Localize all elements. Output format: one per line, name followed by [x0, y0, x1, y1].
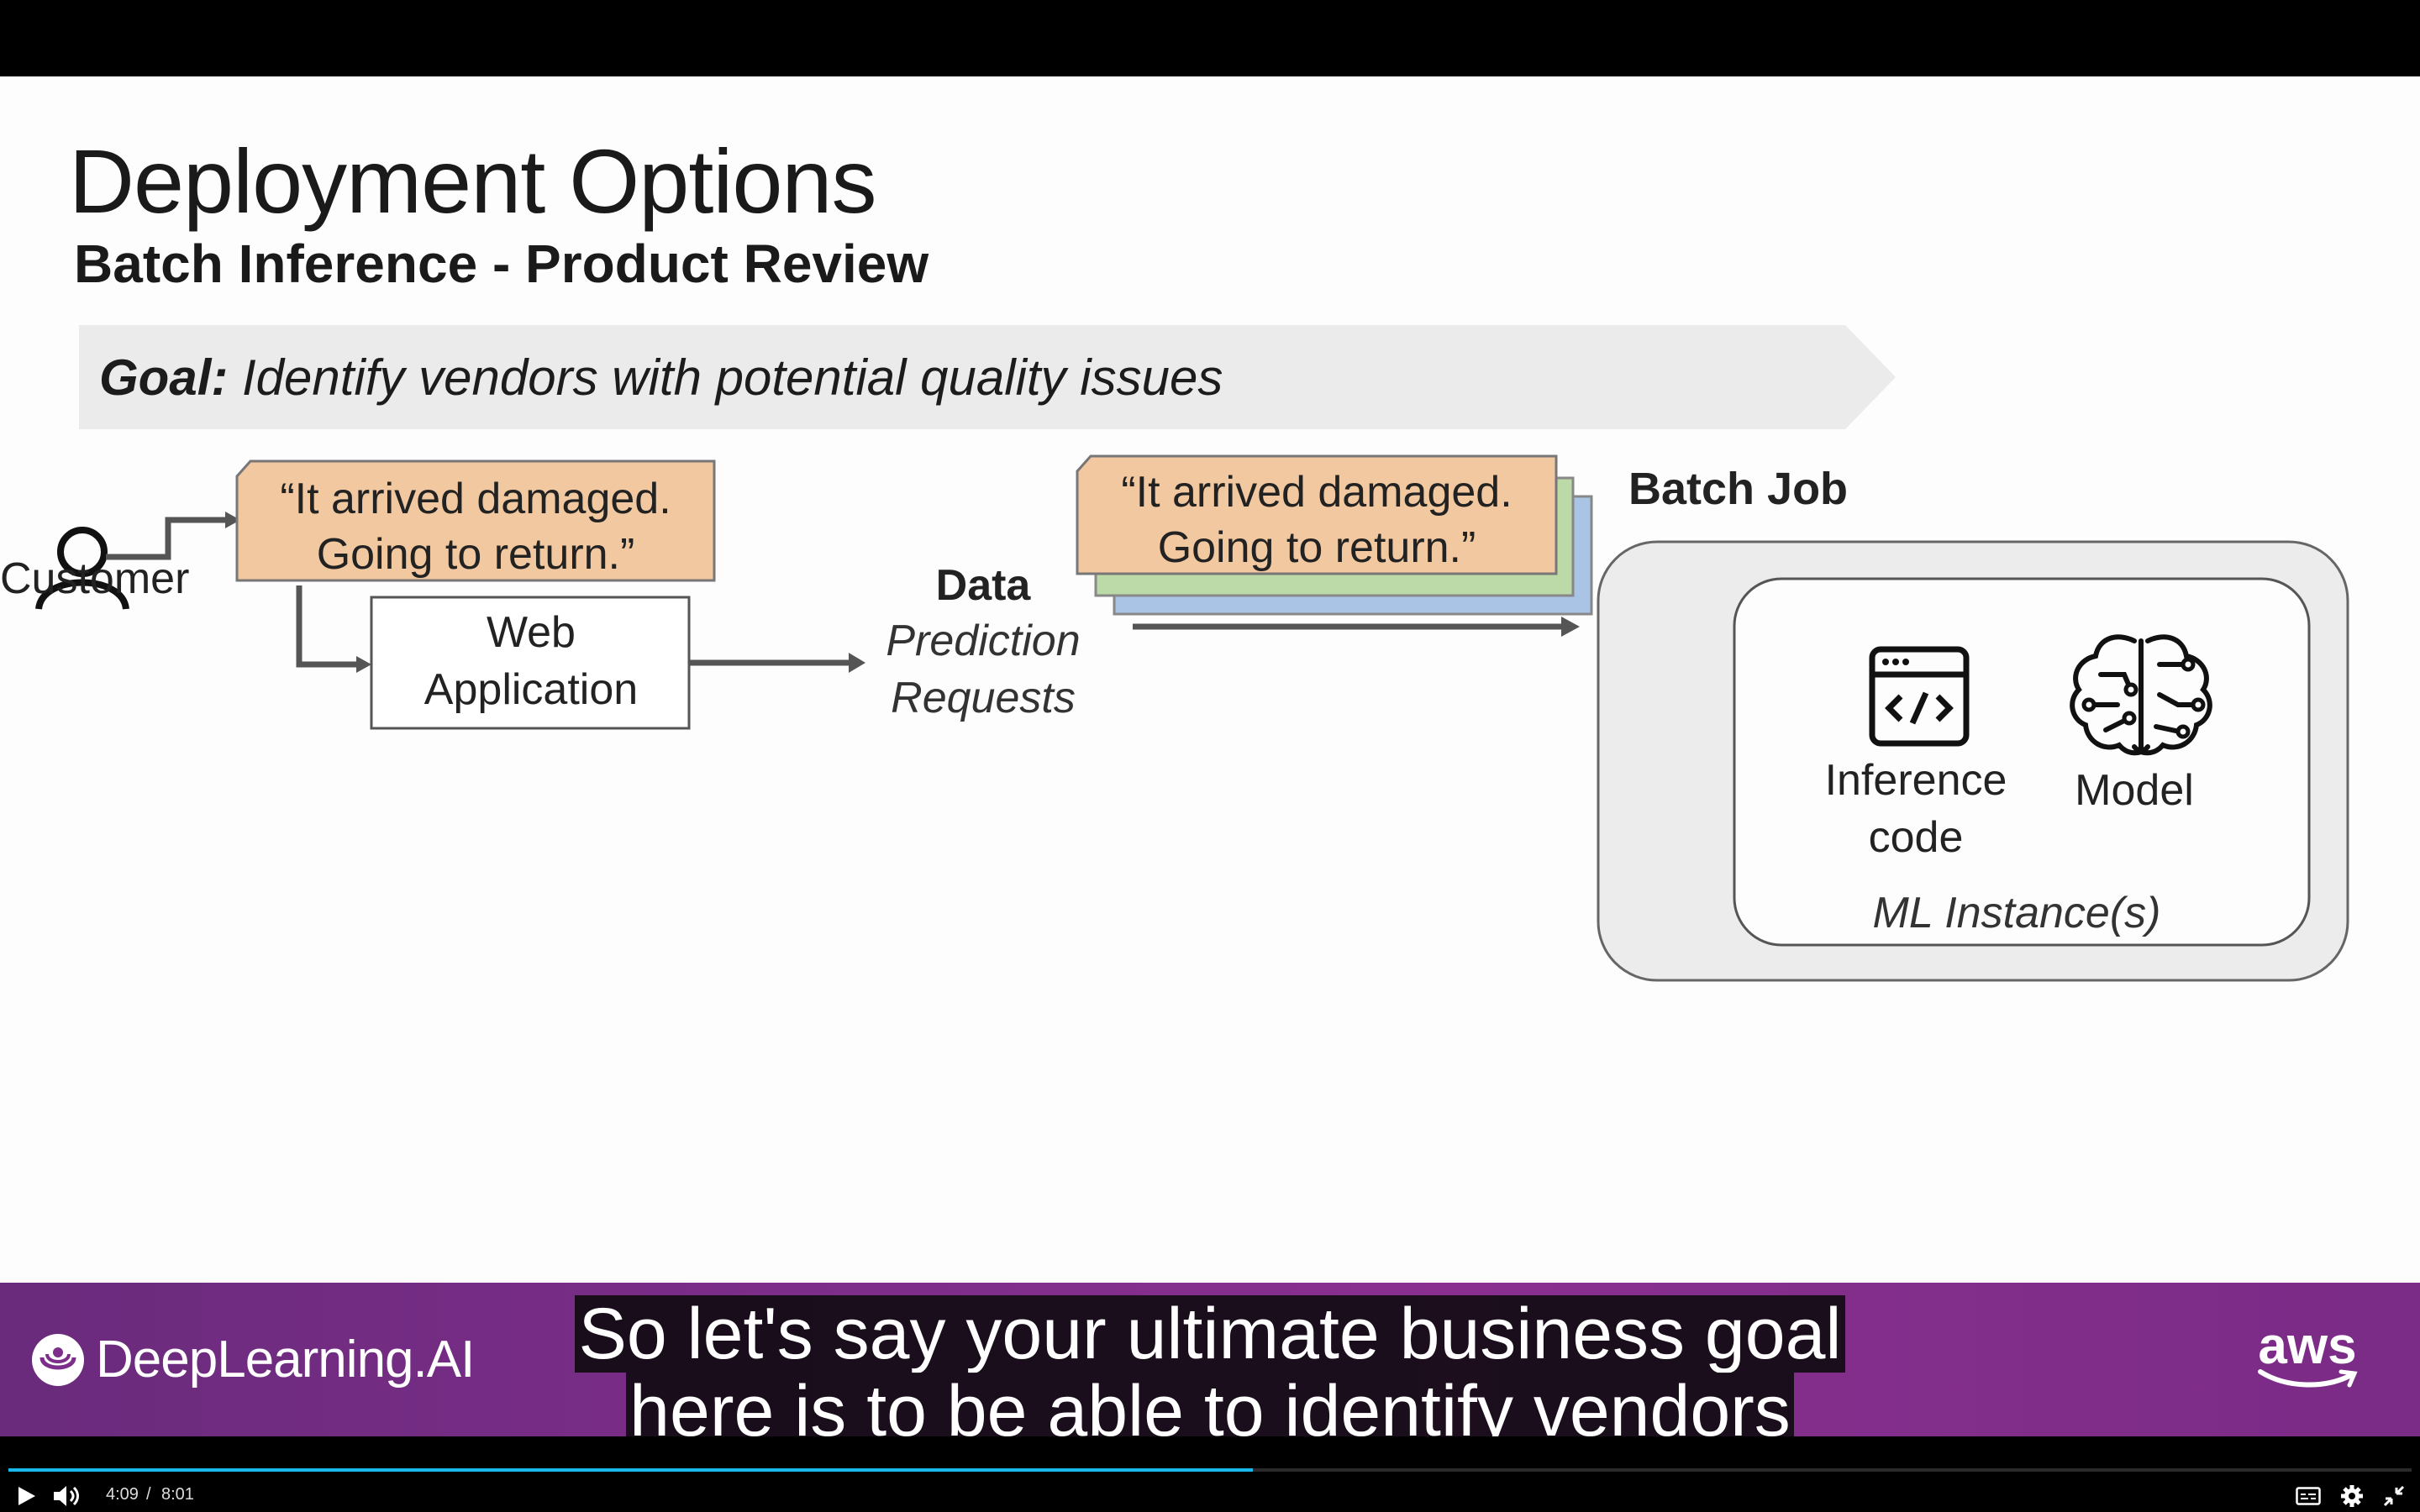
volume-icon[interactable]: [52, 1483, 81, 1509]
prediction-line-1: Prediction: [886, 617, 1081, 665]
goal-description: Identify vendors with potential quality …: [228, 349, 1223, 406]
player-controls: 4:09 / 8:01: [0, 1436, 2420, 1512]
inference-line-2: code: [1868, 813, 1964, 862]
prediction-line-2: Requests: [891, 674, 1076, 722]
batch-job-label: Batch Job: [1628, 464, 1849, 514]
data-label: Data: [935, 561, 1031, 610]
goal-prefix: Goal:: [99, 349, 229, 406]
arrow-customer-to-review: [106, 517, 225, 560]
model-label: Model: [2075, 766, 2194, 815]
arrow-review-to-webapp: [296, 585, 358, 668]
captions-icon[interactable]: [2296, 1487, 2321, 1505]
time-separator: /: [146, 1485, 151, 1504]
webapp-line-1: Web: [487, 608, 576, 657]
duration: 8:01: [161, 1485, 194, 1504]
webapp-line-2: Application: [424, 665, 639, 714]
review-line-1: “It arrived damaged.: [280, 475, 671, 523]
customer-label: Customer: [0, 554, 190, 603]
page-title: Deployment Options: [69, 130, 876, 232]
settings-gear-icon[interactable]: [2339, 1483, 2365, 1509]
review-line-2: Going to return.”: [316, 530, 635, 579]
progress-bar[interactable]: [8, 1468, 2412, 1472]
web-application-label: Web Application: [373, 604, 689, 718]
progress-fill: [8, 1468, 1254, 1472]
inference-code-label: Inference code: [1798, 752, 2033, 866]
current-time: 4:09: [106, 1485, 139, 1504]
caption-line-1: So let's say your ultimate business goal: [575, 1295, 1845, 1373]
page-subtitle: Batch Inference - Product Review: [74, 234, 929, 294]
ml-instance-label: ML Instance(s): [1872, 889, 2161, 937]
review-text: “It arrived damaged. Going to return.”: [237, 471, 714, 582]
play-icon[interactable]: [15, 1485, 37, 1507]
batch-review-line-2: Going to return.”: [1157, 523, 1476, 572]
slide: Deployment Options Batch Inference - Pro…: [0, 76, 2420, 1283]
goal-statement: Goal: Identify vendors with potential qu…: [99, 349, 1223, 407]
inference-line-1: Inference: [1824, 756, 2007, 805]
batch-review-line-1: “It arrived damaged.: [1121, 468, 1512, 517]
subtitle-captions: So let's say your ultimate business goal…: [0, 1295, 2420, 1450]
exit-fullscreen-icon[interactable]: [2381, 1483, 2407, 1509]
prediction-requests-label: Prediction Requests: [857, 612, 1109, 727]
batch-review-text: “It arrived damaged. Going to return.”: [1077, 465, 1556, 575]
